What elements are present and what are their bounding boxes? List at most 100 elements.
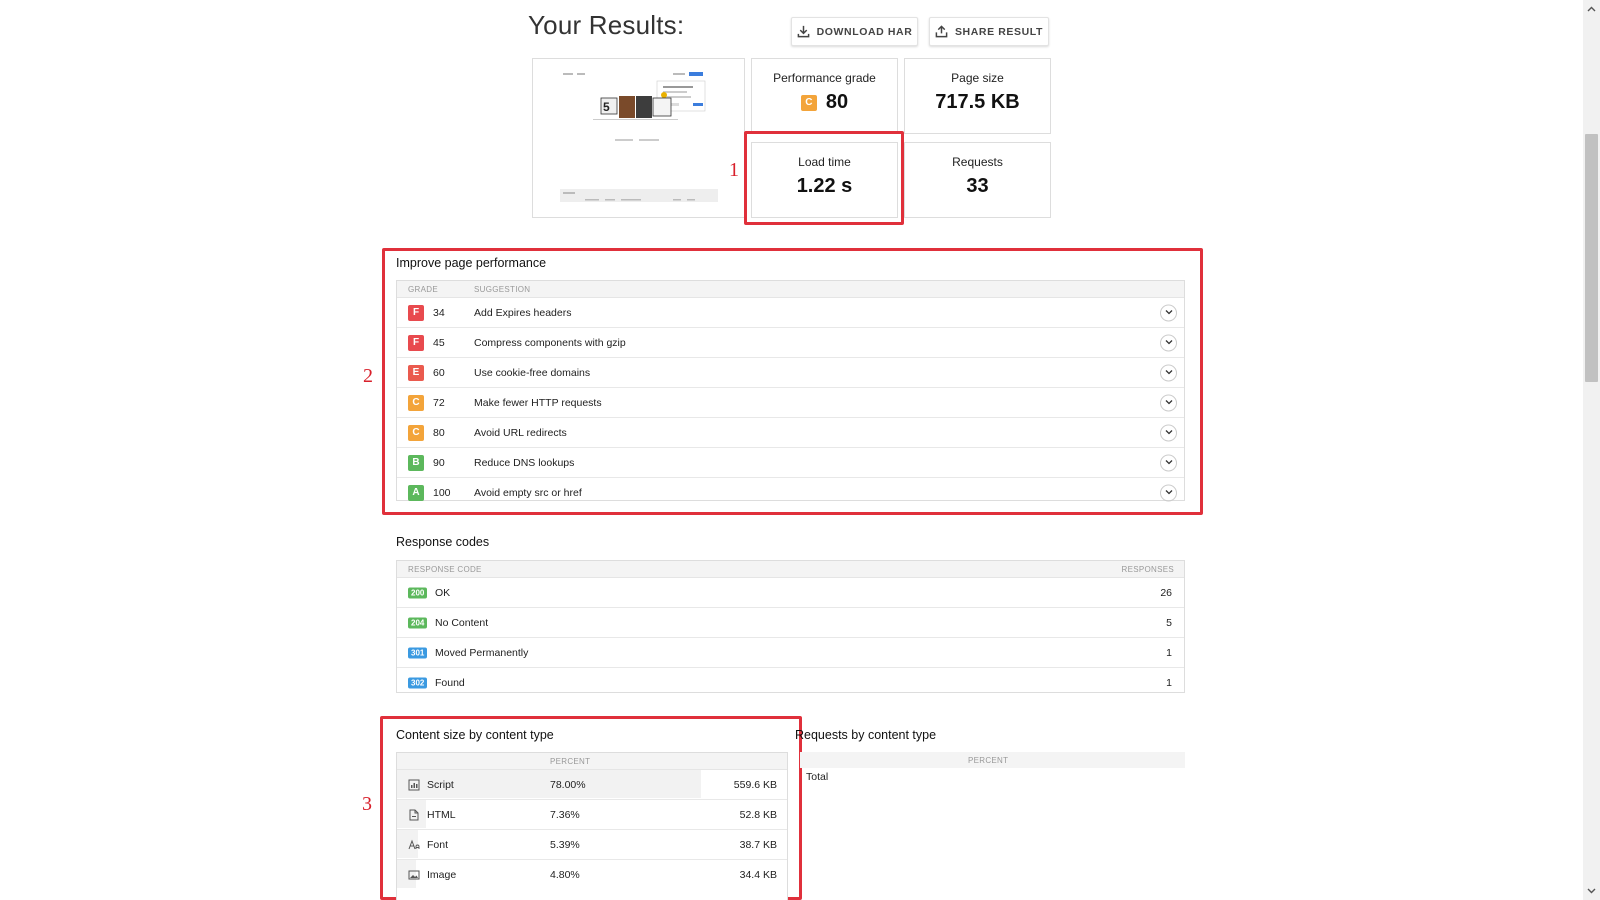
content-type-name: Script xyxy=(427,778,454,791)
download-har-label: DOWNLOAD HAR xyxy=(816,25,913,38)
suggestion-text: Avoid empty src or href xyxy=(474,486,582,499)
content-type-percent: 7.36% xyxy=(550,808,580,821)
annotation-number-2: 2 xyxy=(363,365,373,387)
content-type-name: Font xyxy=(427,838,449,851)
grade-badge: C xyxy=(408,394,424,411)
status-code-badge: 301 xyxy=(408,647,428,658)
suggestion-row[interactable]: C 72 Make fewer HTTP requests xyxy=(397,388,1184,418)
performance-grade-label: Performance grade xyxy=(773,71,876,85)
requests-label: Requests xyxy=(952,155,1003,169)
html-file-icon xyxy=(408,809,420,821)
response-codes-table: RESPONSE CODE RESPONSES 200 OK 26 204 No… xyxy=(396,560,1185,693)
expand-chevron-icon[interactable] xyxy=(1160,394,1177,411)
grade-badge: E xyxy=(408,364,424,381)
expand-chevron-icon[interactable] xyxy=(1160,304,1177,321)
grade-column-header: GRADE xyxy=(408,285,438,294)
grade-badge: F xyxy=(408,304,424,321)
suggestion-row[interactable]: F 34 Add Expires headers xyxy=(397,298,1184,328)
annotation-number-1: 1 xyxy=(729,159,739,181)
content-size-table: PERCENT Script 78.00% 559.6 KB HTML 7.36… xyxy=(396,752,788,900)
share-result-label: SHARE RESULT xyxy=(954,25,1044,38)
status-code-badge: 204 xyxy=(408,617,428,628)
status-text: Found xyxy=(435,676,465,689)
performance-grade-card: Performance grade C 80 xyxy=(751,58,898,134)
scroll-up-icon[interactable] xyxy=(1583,2,1600,16)
suggestion-row[interactable]: A 100 Avoid empty src or href xyxy=(397,478,1184,507)
content-size-title: Content size by content type xyxy=(396,728,554,742)
improve-table-header: GRADE SUGGESTION xyxy=(397,281,1184,298)
response-code-row: 204 No Content 5 xyxy=(397,608,1184,638)
highlight-box-1 xyxy=(744,131,904,225)
grade-score: 34 xyxy=(433,306,445,319)
suggestion-row[interactable]: C 80 Avoid URL redirects xyxy=(397,418,1184,448)
improve-performance-table: GRADE SUGGESTION F 34 Add Expires header… xyxy=(396,280,1185,501)
suggestion-text: Add Expires headers xyxy=(474,306,572,319)
expand-chevron-icon[interactable] xyxy=(1160,424,1177,441)
status-text: No Content xyxy=(435,616,489,629)
scroll-down-icon[interactable] xyxy=(1583,884,1600,898)
status-text: Moved Permanently xyxy=(435,646,529,659)
grade-badge: B xyxy=(408,454,424,471)
suggestion-text: Use cookie-free domains xyxy=(474,366,591,379)
improve-performance-title: Improve page performance xyxy=(396,256,547,270)
suggestion-text: Avoid URL redirects xyxy=(474,426,567,439)
content-type-size: 38.7 KB xyxy=(739,838,777,851)
content-type-size: 559.6 KB xyxy=(733,778,777,791)
response-code-column-header: RESPONSE CODE xyxy=(408,565,482,574)
scrollbar-thumb[interactable] xyxy=(1585,134,1598,382)
grade-score: 72 xyxy=(433,396,445,409)
share-icon xyxy=(935,25,948,38)
response-codes-title: Response codes xyxy=(396,535,490,549)
status-text: OK xyxy=(435,586,451,599)
font-icon xyxy=(408,839,420,851)
requests-by-type-header: PERCENT xyxy=(800,752,1185,768)
grade-score: 60 xyxy=(433,366,445,379)
svg-text:5: 5 xyxy=(603,100,610,114)
grade-score: 100 xyxy=(433,486,451,499)
expand-chevron-icon[interactable] xyxy=(1160,484,1177,501)
response-code-row: 302 Found 1 xyxy=(397,668,1184,697)
content-type-row: Font 5.39% 38.7 KB xyxy=(397,830,787,860)
performance-grade-value: 80 xyxy=(825,91,849,113)
page-size-label: Page size xyxy=(951,71,1004,85)
share-result-button[interactable]: SHARE RESULT xyxy=(929,17,1049,46)
suggestion-text: Compress components with gzip xyxy=(474,336,626,349)
page-title: Your Results: xyxy=(528,10,685,40)
annotation-number-3: 3 xyxy=(362,793,372,815)
grade-badge: A xyxy=(408,484,424,501)
suggestion-text: Reduce DNS lookups xyxy=(474,456,575,469)
content-type-row: Image 4.80% 34.4 KB xyxy=(397,860,787,889)
response-count: 1 xyxy=(1166,646,1172,659)
suggestion-text: Make fewer HTTP requests xyxy=(474,396,602,409)
expand-chevron-icon[interactable] xyxy=(1160,454,1177,471)
content-type-size: 34.4 KB xyxy=(739,868,777,881)
response-code-row: 200 OK 26 xyxy=(397,578,1184,608)
content-type-row: Script 78.00% 559.6 KB xyxy=(397,770,787,800)
percent-column-header: PERCENT xyxy=(550,757,591,766)
suggestion-column-header: SUGGESTION xyxy=(474,285,531,294)
page-screenshot-thumbnail: 5 xyxy=(532,58,745,218)
download-har-button[interactable]: DOWNLOAD HAR xyxy=(791,17,918,46)
page-size-value: 717.5 KB xyxy=(935,91,1020,113)
suggestion-row[interactable]: F 45 Compress components with gzip xyxy=(397,328,1184,358)
expand-chevron-icon[interactable] xyxy=(1160,334,1177,351)
status-code-badge: 302 xyxy=(408,677,428,688)
response-count: 1 xyxy=(1166,676,1172,689)
status-code-badge: 200 xyxy=(408,587,428,598)
page-preview-image: 5 xyxy=(560,72,718,202)
download-icon xyxy=(797,25,809,38)
grade-badge: C xyxy=(408,424,424,441)
script-icon xyxy=(408,779,420,791)
page-size-card: Page size 717.5 KB xyxy=(904,58,1051,134)
content-type-name: Image xyxy=(427,868,457,881)
content-type-percent: 5.39% xyxy=(550,838,580,851)
response-count: 5 xyxy=(1166,616,1172,629)
content-type-row: HTML 7.36% 52.8 KB xyxy=(397,800,787,830)
grade-score: 45 xyxy=(433,336,445,349)
content-type-size: 52.8 KB xyxy=(739,808,777,821)
suggestion-row[interactable]: E 60 Use cookie-free domains xyxy=(397,358,1184,388)
suggestion-row[interactable]: B 90 Reduce DNS lookups xyxy=(397,448,1184,478)
requests-total-label: Total xyxy=(806,771,829,783)
content-type-percent: 4.80% xyxy=(550,868,580,881)
expand-chevron-icon[interactable] xyxy=(1160,364,1177,381)
